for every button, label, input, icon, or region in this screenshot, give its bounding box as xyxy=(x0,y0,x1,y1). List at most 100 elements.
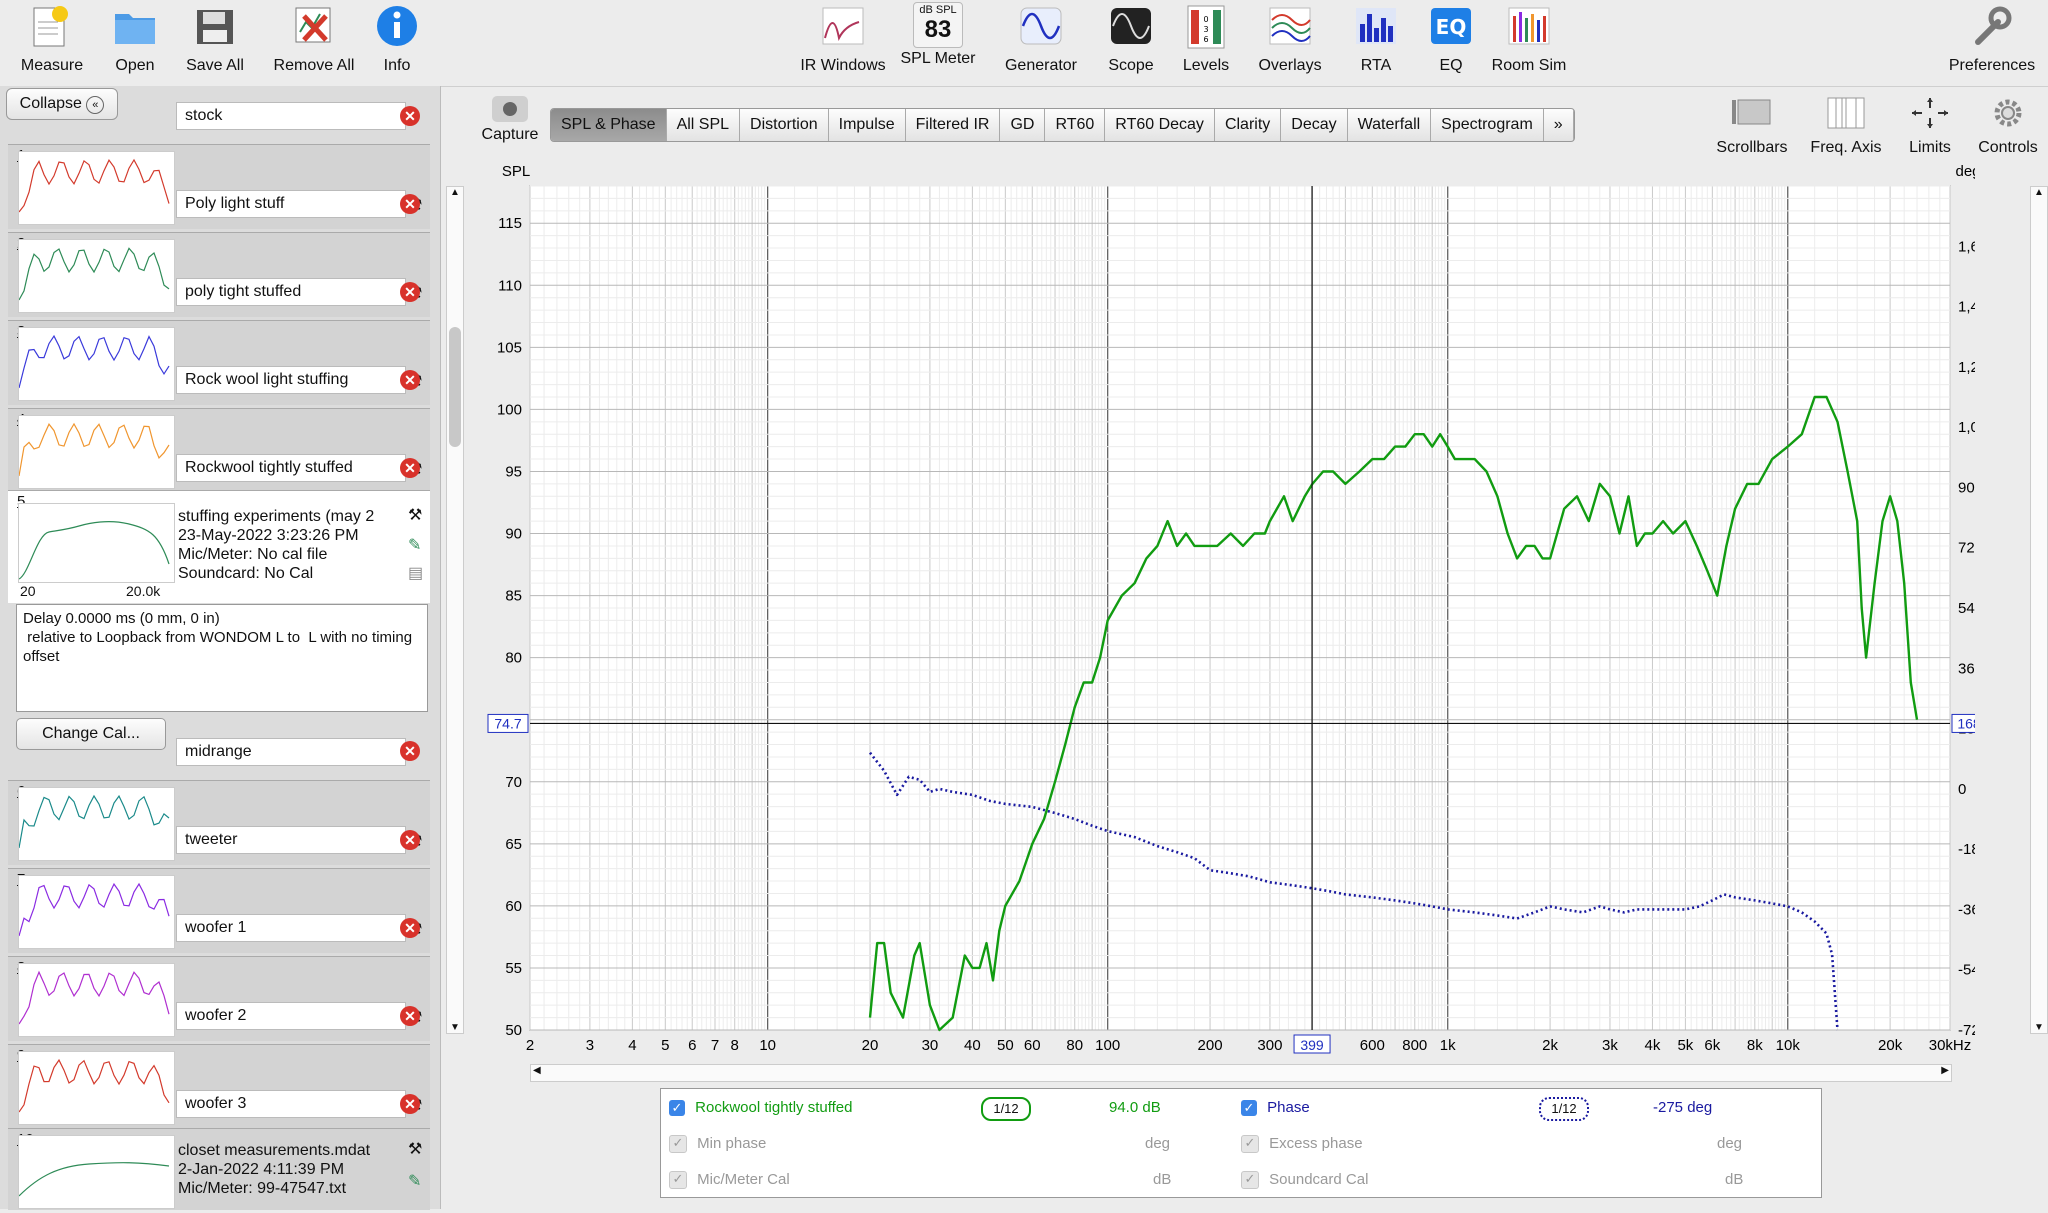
pen-icon[interactable]: ✎ xyxy=(408,535,428,555)
delete-icon[interactable]: ✕ xyxy=(400,1006,420,1026)
measurement-name-field[interactable]: Rock wool light stuffing xyxy=(176,366,406,394)
ir-windows-label: IR Windows xyxy=(800,57,886,74)
x-tick-label: 2k xyxy=(1542,1037,1558,1054)
info-button[interactable]: Info xyxy=(347,2,447,75)
spl-phase-chart[interactable]: SPLdeg50556065707580859095100105110115-7… xyxy=(470,150,1975,1060)
tab-graph[interactable]: Waterfall xyxy=(1348,109,1432,141)
measurement-name-field[interactable]: woofer 3 xyxy=(176,1090,406,1118)
scrollbars-button[interactable]: Scrollbars xyxy=(1712,96,1792,157)
tab-graph[interactable]: Distortion xyxy=(740,109,829,141)
controls-button[interactable]: Controls xyxy=(1970,96,2046,157)
scroll-up-arrow[interactable]: ▲ xyxy=(2031,187,2047,198)
edit-icon[interactable]: ⚒ xyxy=(408,505,428,525)
tab-graph[interactable]: RT60 xyxy=(1045,109,1106,141)
tab-graph[interactable]: Clarity xyxy=(1215,109,1282,141)
measurement-thumbnail xyxy=(18,327,175,401)
tab-more[interactable]: » xyxy=(1544,109,1574,141)
group-name-field[interactable]: midrange xyxy=(176,738,406,766)
measurement-card[interactable]: 10 closet measurements.mdat 2-Jan-2022 4… xyxy=(8,1128,430,1210)
measurement-name-field[interactable]: woofer 1 xyxy=(176,914,406,942)
ir-windows-button[interactable]: IR Windows xyxy=(793,2,893,75)
y-tick-label-left: 95 xyxy=(505,463,522,480)
save-all-button[interactable]: Save All xyxy=(165,2,265,75)
overlays-button[interactable]: Overlays xyxy=(1240,2,1340,75)
spl-meter-button[interactable]: dB SPL 83 SPL Meter xyxy=(888,2,988,68)
document-icon[interactable]: ▤ xyxy=(408,563,428,583)
y-tick-label-right: -360 xyxy=(1958,901,1975,918)
legend-row-phase: ✓ Phase 1/12 -275 deg xyxy=(1241,1095,1801,1121)
graph-vscroll[interactable]: ▲ ▼ xyxy=(2030,186,2048,1034)
delete-icon[interactable]: ✕ xyxy=(400,1094,420,1114)
smoothing-spl-button[interactable]: 1/12 xyxy=(981,1097,1031,1121)
pen-icon[interactable]: ✎ xyxy=(408,1171,428,1191)
svg-text:EQ: EQ xyxy=(1436,15,1467,39)
checkbox-spl[interactable]: ✓ xyxy=(669,1100,685,1117)
delete-icon[interactable]: ✕ xyxy=(400,830,420,850)
delete-icon[interactable]: ✕ xyxy=(400,370,420,390)
measurement-name-field[interactable]: Rockwool tightly stuffed xyxy=(176,454,406,482)
delete-icon[interactable]: ✕ xyxy=(400,741,420,761)
measurement-name-field[interactable]: tweeter xyxy=(176,826,406,854)
measurement-notes[interactable]: Delay 0.0000 ms (0 mm, 0 in) relative to… xyxy=(16,604,428,712)
legend-row-mic-cal: ✓ Mic/Meter Cal dB xyxy=(669,1167,1229,1193)
legend-soundcard-cal-name: Soundcard Cal xyxy=(1269,1171,1369,1188)
measurement-name-field[interactable]: woofer 2 xyxy=(176,1002,406,1030)
checkbox-min-phase[interactable]: ✓ xyxy=(669,1135,687,1154)
delete-icon[interactable]: ✕ xyxy=(400,106,420,126)
y-tick-label-right: -180 xyxy=(1958,841,1975,858)
measurement-name-field[interactable]: poly tight stuffed xyxy=(176,278,406,306)
checkbox-soundcard-cal[interactable]: ✓ xyxy=(1241,1171,1259,1190)
tab-graph[interactable]: Spectrogram xyxy=(1431,109,1544,141)
group-name-field[interactable]: stock xyxy=(176,102,406,130)
spl-meter-display: dB SPL 83 xyxy=(913,2,963,48)
y-tick-label-right: 720 xyxy=(1958,540,1975,557)
spl-meter-label: SPL Meter xyxy=(900,50,976,67)
delete-icon[interactable]: ✕ xyxy=(400,194,420,214)
measurement-name-field[interactable]: Poly light stuff xyxy=(176,190,406,218)
delete-icon[interactable]: ✕ xyxy=(400,458,420,478)
checkbox-excess-phase[interactable]: ✓ xyxy=(1241,1135,1259,1154)
change-cal-button[interactable]: Change Cal... xyxy=(16,718,166,750)
scroll-thumb[interactable] xyxy=(449,327,461,447)
freq-axis-button[interactable]: Freq. Axis xyxy=(1805,96,1887,157)
tab-graph[interactable]: All SPL xyxy=(667,109,741,141)
panel-scrollbar[interactable]: ▲ ▼ xyxy=(446,186,464,1034)
tab-graph[interactable]: Decay xyxy=(1281,109,1348,141)
checkbox-phase[interactable]: ✓ xyxy=(1241,1100,1257,1117)
scroll-down-arrow[interactable]: ▼ xyxy=(2031,1022,2047,1033)
checkbox-mic-cal[interactable]: ✓ xyxy=(669,1171,687,1190)
tab-graph[interactable]: RT60 Decay xyxy=(1105,109,1215,141)
selected-measurement-card[interactable]: 5 20 20.0k stuffing experiments (may 2 2… xyxy=(8,490,430,603)
measurement-thumbnail xyxy=(18,415,175,489)
graph-tabs: SPL & Phase All SPL Distortion Impulse Filte… xyxy=(550,108,1575,142)
scroll-up-arrow[interactable]: ▲ xyxy=(447,187,463,198)
thumbnail-graph xyxy=(18,158,170,213)
y-tick-label-left: 105 xyxy=(497,339,522,356)
overlays-label: Overlays xyxy=(1258,57,1322,74)
collapse-button[interactable]: Collapse « xyxy=(6,88,118,120)
tab-graph[interactable]: GD xyxy=(1000,109,1046,141)
tab-graph[interactable]: Filtered IR xyxy=(906,109,1001,141)
y-tick-label-right: 1,080 xyxy=(1958,419,1975,436)
measurement-title: closet measurements.mdat xyxy=(178,1142,371,1159)
smoothing-phase-button[interactable]: 1/12 xyxy=(1539,1097,1589,1121)
preferences-button[interactable]: Preferences xyxy=(1942,2,2042,75)
tab-graph[interactable]: Impulse xyxy=(829,109,906,141)
delete-icon[interactable]: ✕ xyxy=(400,282,420,302)
spl-meter-value: 83 xyxy=(924,16,952,43)
tab-graph[interactable]: SPL & Phase xyxy=(551,109,667,141)
thumbnail-trace xyxy=(18,422,170,477)
scroll-down-arrow[interactable]: ▼ xyxy=(447,1022,463,1033)
measurement-soundcard: Soundcard: No Cal xyxy=(178,565,314,582)
generator-button[interactable]: Generator xyxy=(991,2,1091,75)
edit-icon[interactable]: ⚒ xyxy=(408,1139,428,1159)
y-tick-label-right: 900 xyxy=(1958,479,1975,496)
scroll-right-arrow[interactable]: ▶ xyxy=(1941,1065,1949,1076)
x-tick-label: 20 xyxy=(862,1037,879,1054)
scroll-left-arrow[interactable]: ◀ xyxy=(533,1065,541,1076)
graph-hscroll[interactable]: ◀ ▶ xyxy=(530,1064,1952,1082)
capture-button[interactable]: Capture xyxy=(470,96,550,144)
delete-icon[interactable]: ✕ xyxy=(400,918,420,938)
room-sim-button[interactable]: Room Sim xyxy=(1479,2,1579,75)
limits-button[interactable]: Limits xyxy=(1898,96,1962,157)
